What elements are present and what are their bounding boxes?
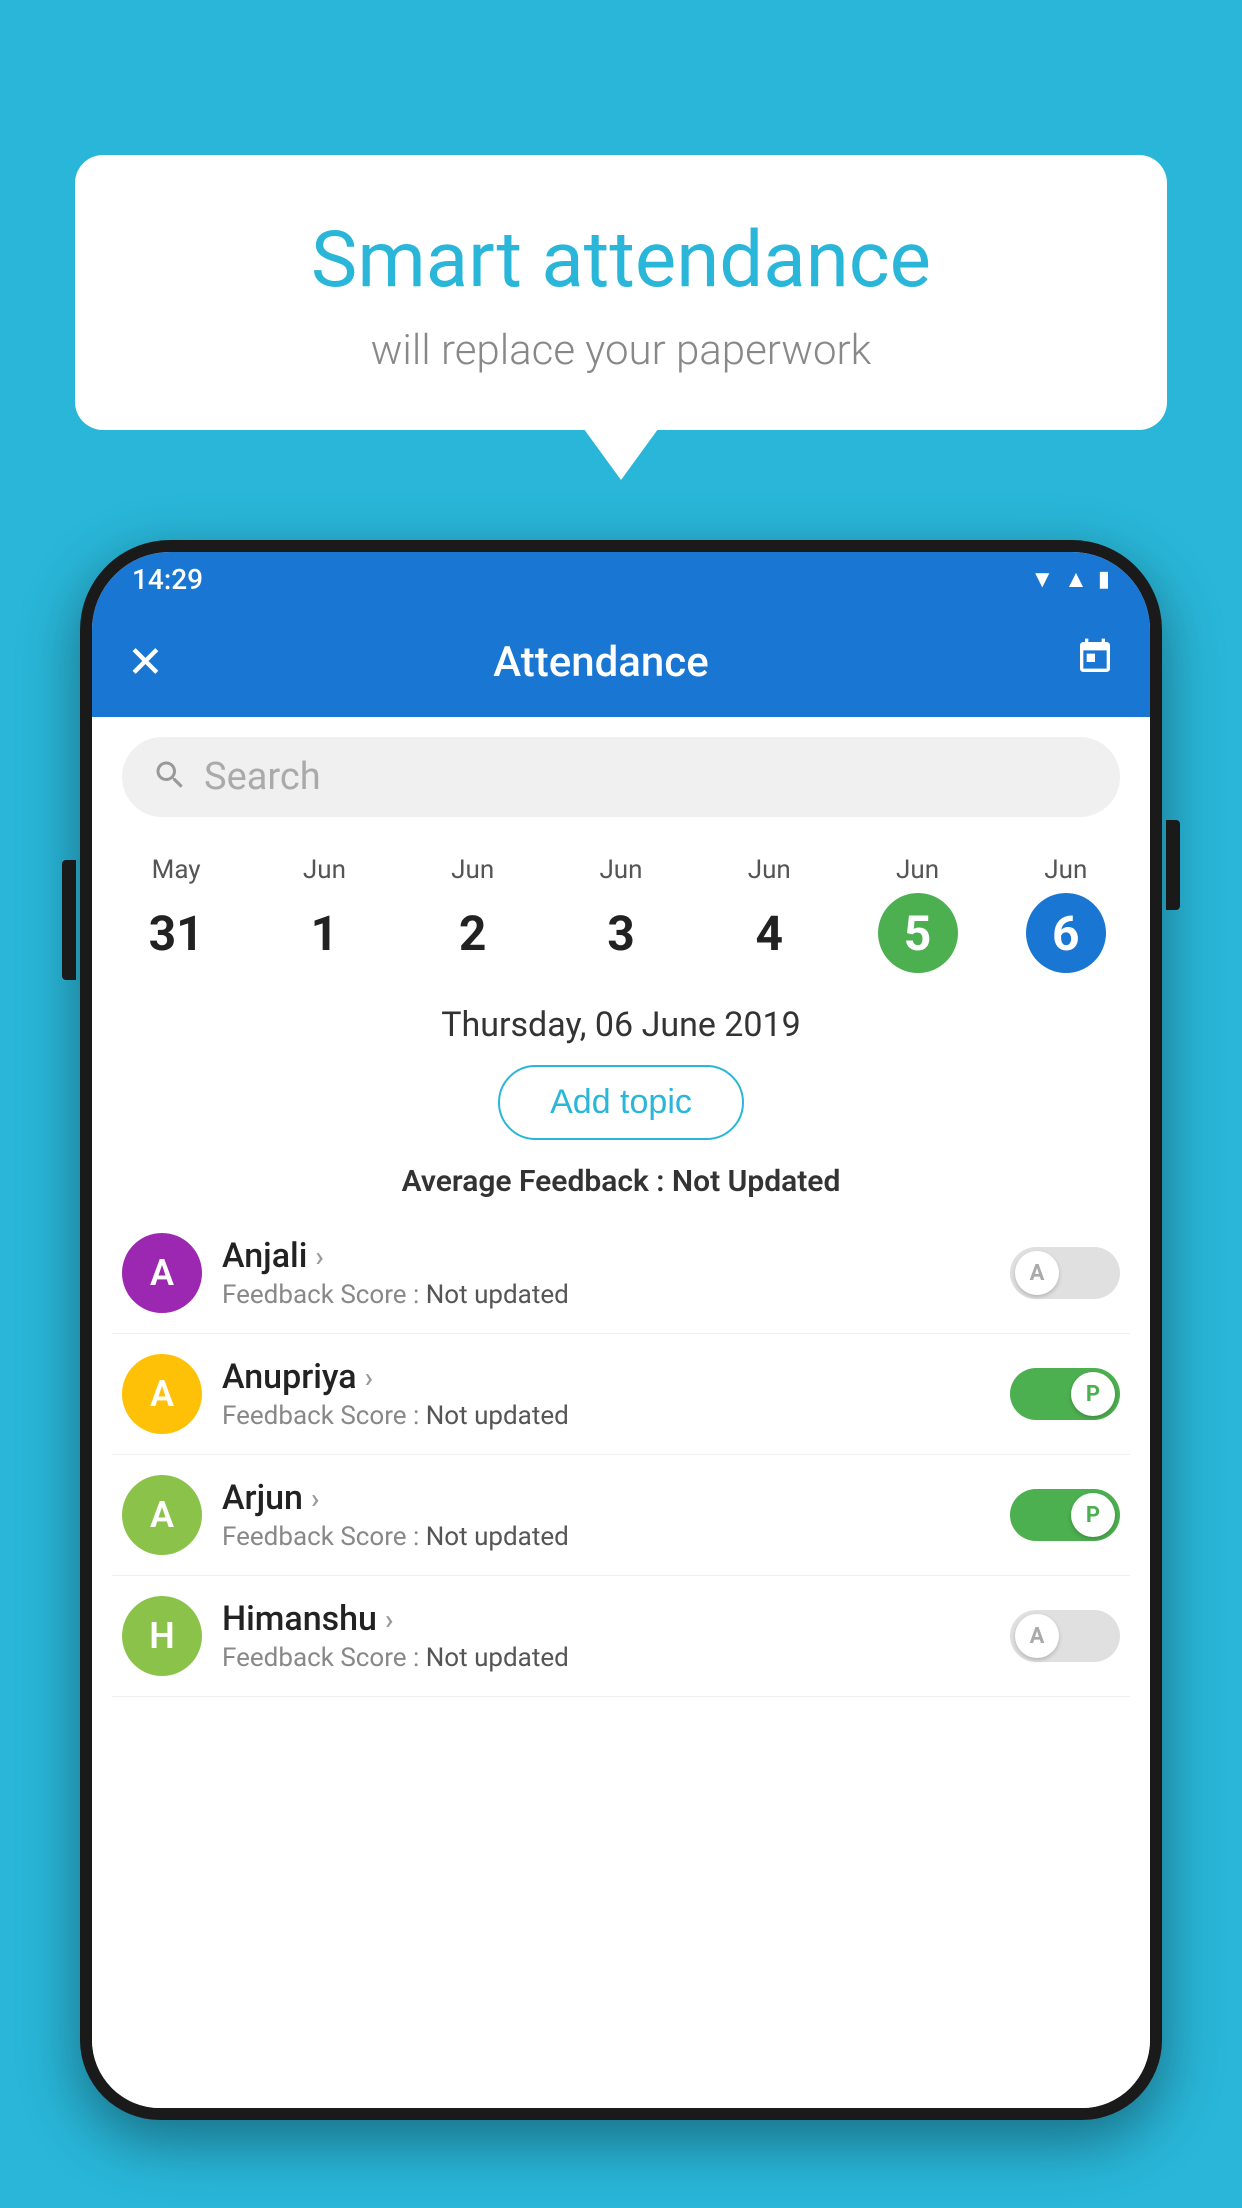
avatar: H: [122, 1596, 202, 1676]
toggle-knob: A: [1015, 1614, 1059, 1658]
chevron-icon: ›: [385, 1603, 393, 1636]
cal-date[interactable]: 6: [1026, 893, 1106, 973]
toggle-container: P: [1010, 1368, 1120, 1420]
calendar-day[interactable]: May 31: [102, 847, 250, 981]
calendar-strip: May 31 Jun 1 Jun 2 Jun 3 Jun 4 Jun 5 Jun 6: [102, 827, 1140, 991]
battery-icon: ▮: [1098, 567, 1110, 592]
status-bar: 14:29 ▼ ▲ ▮: [92, 552, 1150, 607]
phone-container: 14:29 ▼ ▲ ▮ ✕ Attendance: [80, 540, 1162, 2208]
student-list: AAnjali ›Feedback Score : Not updatedAAA…: [92, 1213, 1150, 1697]
cal-month: Jun: [1044, 855, 1087, 885]
student-name: Arjun ›: [222, 1478, 990, 1518]
student-feedback: Feedback Score : Not updated: [222, 1280, 990, 1310]
cal-month: Jun: [599, 855, 642, 885]
wifi-icon: ▼: [1030, 565, 1054, 594]
phone-outer: 14:29 ▼ ▲ ▮ ✕ Attendance: [80, 540, 1162, 2120]
toggle-knob: P: [1071, 1372, 1115, 1416]
chevron-icon: ›: [365, 1361, 373, 1394]
chevron-icon: ›: [311, 1482, 319, 1515]
student-item[interactable]: A Arjun › Feedback Score : Not updated P: [112, 1455, 1130, 1576]
attendance-toggle[interactable]: P: [1010, 1368, 1120, 1420]
cal-month: Jun: [748, 855, 791, 885]
app-bar-title: Attendance: [187, 638, 1015, 687]
status-icons: ▼ ▲ ▮: [1030, 565, 1110, 594]
student-item[interactable]: A Anjali › Feedback Score : Not updated A: [112, 1213, 1130, 1334]
avatar: A: [122, 1233, 202, 1313]
calendar-button[interactable]: [1075, 637, 1115, 687]
chevron-icon: ›: [315, 1240, 323, 1273]
cal-month: Jun: [451, 855, 494, 885]
cal-date[interactable]: 2: [433, 893, 513, 973]
search-bar-container: Search: [92, 717, 1150, 827]
cal-month: Jun: [896, 855, 939, 885]
student-info: Anjali › Feedback Score : Not updated: [222, 1236, 990, 1310]
attendance-toggle[interactable]: A: [1010, 1610, 1120, 1662]
calendar-day[interactable]: Jun 2: [399, 847, 547, 981]
student-feedback: Feedback Score : Not updated: [222, 1401, 990, 1431]
student-item[interactable]: A Anupriya › Feedback Score : Not updated P: [112, 1334, 1130, 1455]
average-feedback: Average Feedback : Not Updated: [92, 1150, 1150, 1213]
content-area: Search May 31 Jun 1 Jun 2 Jun 3 Jun 4 Jun 5 Jun 6 Thu…: [92, 717, 1150, 2108]
avatar: A: [122, 1354, 202, 1434]
speech-bubble-subtitle: will replace your paperwork: [125, 326, 1117, 375]
cal-date[interactable]: 4: [729, 893, 809, 973]
cal-date[interactable]: 3: [581, 893, 661, 973]
toggle-knob: P: [1071, 1493, 1115, 1537]
search-bar[interactable]: Search: [122, 737, 1120, 817]
cal-date[interactable]: 5: [878, 893, 958, 973]
calendar-day[interactable]: Jun 6: [992, 847, 1140, 981]
avg-feedback-label: Average Feedback :: [402, 1164, 672, 1199]
student-name: Anupriya ›: [222, 1357, 990, 1397]
student-info: Himanshu › Feedback Score : Not updated: [222, 1599, 990, 1673]
search-icon: [152, 757, 188, 797]
student-name: Anjali ›: [222, 1236, 990, 1276]
calendar-day[interactable]: Jun 5: [843, 847, 991, 981]
student-feedback: Feedback Score : Not updated: [222, 1643, 990, 1673]
speech-bubble-title: Smart attendance: [125, 215, 1117, 306]
attendance-toggle[interactable]: A: [1010, 1247, 1120, 1299]
cal-month: Jun: [303, 855, 346, 885]
toggle-knob: A: [1015, 1251, 1059, 1295]
selected-date-text: Thursday, 06 June 2019: [92, 991, 1150, 1055]
attendance-toggle[interactable]: P: [1010, 1489, 1120, 1541]
cal-month: May: [152, 855, 201, 885]
student-info: Anupriya › Feedback Score : Not updated: [222, 1357, 990, 1431]
toggle-container: P: [1010, 1489, 1120, 1541]
search-placeholder: Search: [204, 755, 321, 799]
toggle-container: A: [1010, 1247, 1120, 1299]
student-item[interactable]: H Himanshu › Feedback Score : Not updated A: [112, 1576, 1130, 1697]
cal-date[interactable]: 31: [136, 893, 216, 973]
add-topic-button[interactable]: Add topic: [498, 1065, 744, 1140]
avatar: A: [122, 1475, 202, 1555]
calendar-day[interactable]: Jun 4: [695, 847, 843, 981]
student-info: Arjun › Feedback Score : Not updated: [222, 1478, 990, 1552]
avg-feedback-value: Not Updated: [672, 1164, 840, 1199]
add-topic-container: Add topic: [92, 1065, 1150, 1140]
calendar-day[interactable]: Jun 3: [547, 847, 695, 981]
status-time: 14:29: [132, 563, 203, 596]
student-feedback: Feedback Score : Not updated: [222, 1522, 990, 1552]
toggle-container: A: [1010, 1610, 1120, 1662]
student-name: Himanshu ›: [222, 1599, 990, 1639]
speech-bubble: Smart attendance will replace your paper…: [75, 155, 1167, 430]
cal-date[interactable]: 1: [284, 893, 364, 973]
app-bar: ✕ Attendance: [92, 607, 1150, 717]
calendar-day[interactable]: Jun 1: [250, 847, 398, 981]
signal-icon: ▲: [1064, 565, 1088, 594]
phone-screen: 14:29 ▼ ▲ ▮ ✕ Attendance: [92, 552, 1150, 2108]
close-button[interactable]: ✕: [127, 636, 187, 688]
